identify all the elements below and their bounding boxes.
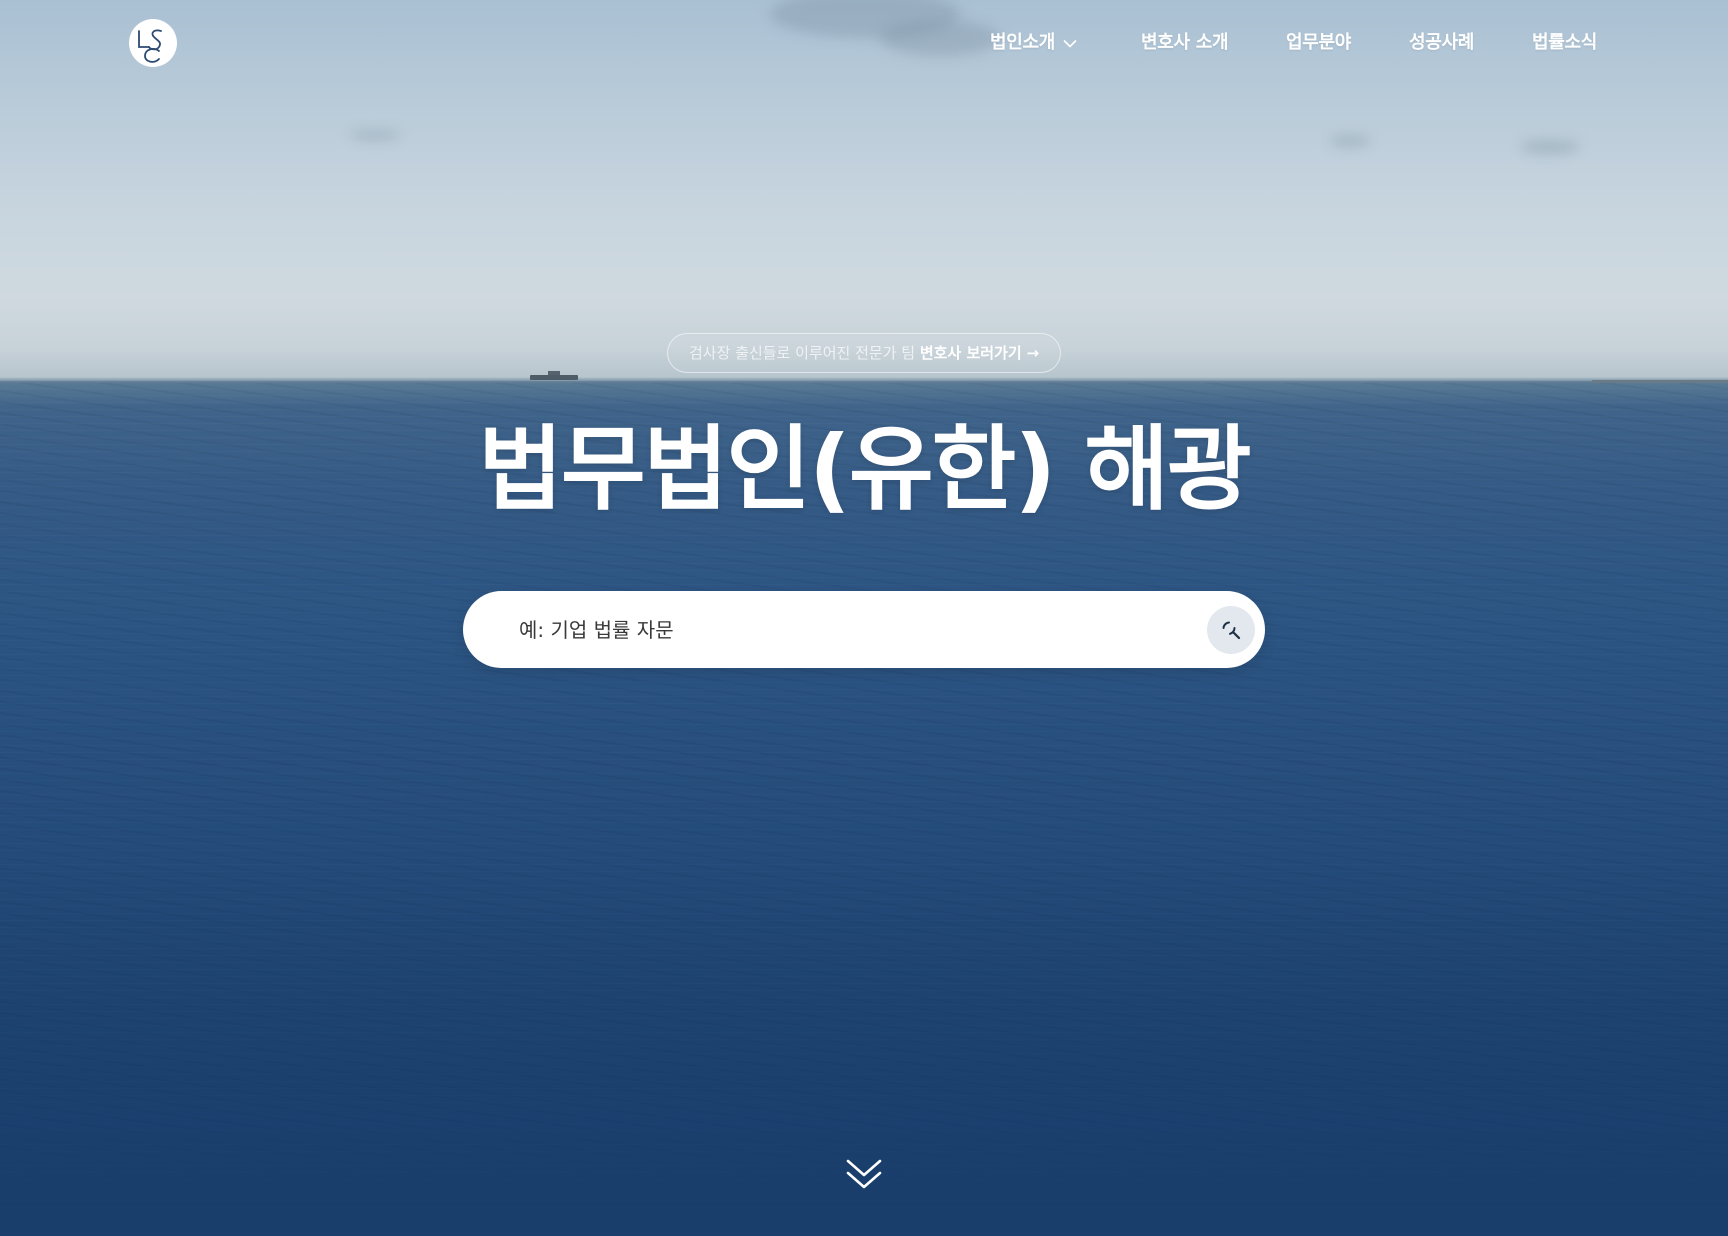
pill-link-text: 변호사 보러가기	[919, 344, 1022, 362]
nav-item-practice-areas[interactable]: 업무분야	[1286, 30, 1351, 56]
site-header: 법인소개 변호사 소개 업무분야 성공사례 법률소식	[0, 0, 1728, 90]
chevron-down-icon	[1063, 30, 1077, 56]
nav-item-label: 법인소개	[990, 32, 1056, 53]
cloud	[1330, 135, 1370, 147]
search-input[interactable]	[519, 591, 1159, 668]
cloud	[1520, 140, 1580, 154]
search-icon	[1222, 621, 1241, 640]
page-title: 법무법인(유한) 해광	[478, 416, 1251, 523]
nav-item-firm-intro[interactable]: 법인소개	[990, 30, 1077, 56]
pill-text: 검사장 출신들로 이루어진 전문가 팀	[688, 344, 920, 362]
nav-item-lawyers[interactable]: 변호사 소개	[1141, 30, 1229, 56]
main-nav: 법인소개 변호사 소개 업무분야 성공사례 법률소식	[0, 30, 1728, 60]
ship-hull	[530, 375, 578, 380]
cloud	[350, 130, 400, 140]
lawyers-link-pill[interactable]: 검사장 출신들로 이루어진 전문가 팀 변호사 보러가기 →	[667, 333, 1061, 373]
arrow-right-icon: →	[1026, 344, 1040, 362]
nav-item-label: 변호사 소개	[1141, 32, 1229, 53]
nav-item-label: 업무분야	[1286, 32, 1352, 53]
nav-item-legal-news[interactable]: 법률소식	[1532, 30, 1597, 56]
scroll-down-button[interactable]	[844, 1157, 884, 1193]
nav-item-label: 성공사례	[1409, 32, 1475, 53]
search-button[interactable]	[1207, 606, 1255, 654]
nav-item-label: 법률소식	[1532, 32, 1598, 53]
nav-item-success-cases[interactable]: 성공사례	[1409, 30, 1474, 56]
double-chevron-down-icon	[846, 1159, 882, 1189]
search-bar	[463, 591, 1265, 668]
